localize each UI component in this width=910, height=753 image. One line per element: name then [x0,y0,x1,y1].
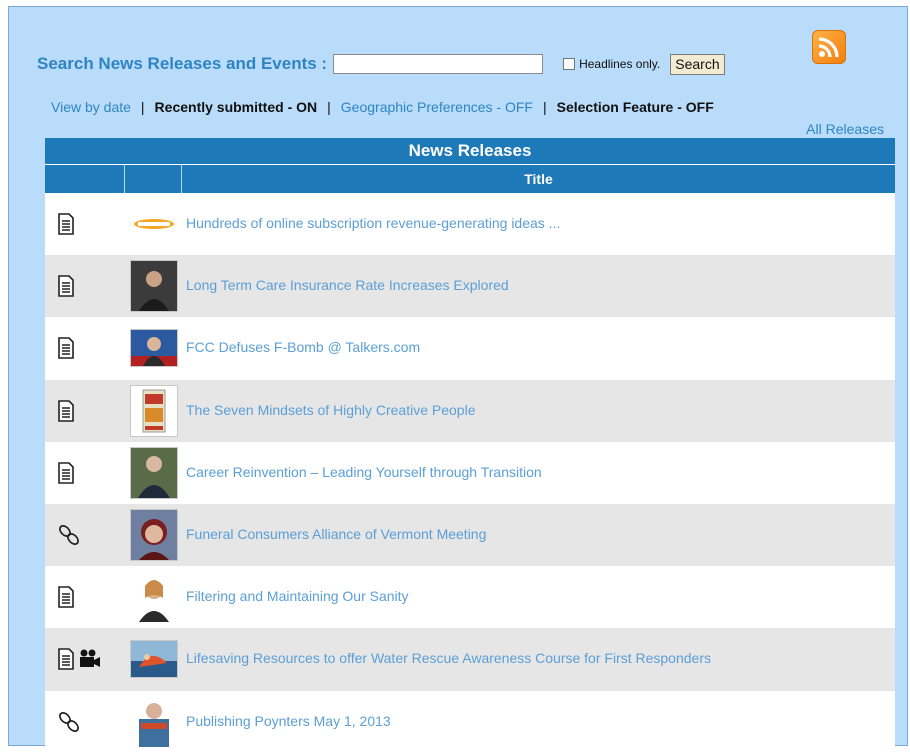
release-title-link[interactable]: Filtering and Maintaining Our Sanity [186,588,409,604]
table-row: Hundreds of online subscription revenue-… [45,193,895,256]
release-title-link[interactable]: Long Term Care Insurance Rate Increases … [186,277,509,293]
release-title-link[interactable]: Hundreds of online subscription revenue-… [186,215,560,231]
type-cell [45,524,125,546]
news-panel: Search News Releases and Events : Headli… [8,6,908,753]
recently-submitted-toggle[interactable]: Recently submitted - ON [155,99,318,115]
document-icon [58,648,74,671]
table-row: Filtering and Maintaining Our Sanity [45,566,895,629]
document-icon [58,399,74,422]
view-by-date-link[interactable]: View by date [51,99,131,115]
type-cell [45,711,125,733]
document-icon [58,462,74,484]
release-thumbnail[interactable] [129,260,178,313]
filter-nav: View by date | Recently submitted - ON |… [51,99,714,115]
type-cell [45,586,125,609]
thumb-column-header [125,165,182,193]
type-column-header [45,165,125,193]
table-row: Career Reinvention – Leading Yourself th… [45,441,895,504]
type-cell [45,648,125,671]
release-thumbnail[interactable] [129,640,178,679]
release-thumbnail[interactable] [129,509,178,562]
release-title-link[interactable]: Publishing Poynters May 1, 2013 [186,713,391,729]
table-row: The Seven Mindsets of Highly Creative Pe… [45,379,895,442]
link-icon [59,525,79,545]
table-row: Publishing Poynters May 1, 2013 [45,690,895,753]
headlines-only-checkbox[interactable] [563,58,576,70]
all-releases-link[interactable]: All Releases [806,121,884,137]
table-caption: News Releases [45,138,895,165]
search-bar: Search News Releases and Events : Headli… [37,51,725,77]
link-icon [59,711,79,732]
table-row: Funeral Consumers Alliance of Vermont Me… [45,503,895,567]
type-cell [45,275,125,298]
release-thumbnail[interactable] [129,384,178,437]
nav-separator: | [327,99,331,115]
nav-separator: | [542,99,547,115]
release-thumbnail[interactable] [129,446,178,499]
document-icon [58,275,74,298]
search-label: Search News Releases and Events : [37,54,328,73]
document-icon [58,586,74,609]
release-thumbnail[interactable] [129,329,178,368]
table-header: Title [45,165,895,193]
document-icon [58,213,74,235]
release-title-link[interactable]: The Seven Mindsets of Highly Creative Pe… [186,402,475,418]
table-row: FCC Defuses F-Bomb @ Talkers.com [45,317,895,380]
title-column-header: Title [524,171,553,187]
geographic-preferences-link[interactable]: Geographic Preferences - OFF [341,99,533,115]
release-thumbnail[interactable] [130,571,178,623]
headlines-only-label: Headlines only. [579,57,661,71]
type-cell [45,337,125,360]
rss-feed-icon[interactable] [812,30,846,64]
table-row: Lifesaving Resources to offer Water Resc… [45,628,895,691]
nav-separator: | [140,99,145,115]
table-row: Long Term Care Insurance Rate Increases … [45,255,895,318]
news-releases-table: News Releases Title Hundreds of online s… [45,138,895,753]
type-cell [45,213,125,235]
release-thumbnail[interactable] [130,696,178,748]
release-title-link[interactable]: Lifesaving Resources to offer Water Resc… [186,650,711,666]
search-input[interactable] [333,54,544,74]
search-button[interactable]: Search [670,53,725,75]
type-cell [45,399,125,422]
release-thumbnail[interactable] [130,205,178,243]
release-title-link[interactable]: Career Reinvention – Leading Yourself th… [186,464,542,480]
selection-feature-toggle[interactable]: Selection Feature - OFF [557,99,714,115]
type-cell [45,462,125,484]
document-icon [58,337,74,360]
video-camera-icon [80,649,100,668]
release-title-link[interactable]: Funeral Consumers Alliance of Vermont Me… [186,526,486,542]
release-title-link[interactable]: FCC Defuses F-Bomb @ Talkers.com [186,339,420,355]
